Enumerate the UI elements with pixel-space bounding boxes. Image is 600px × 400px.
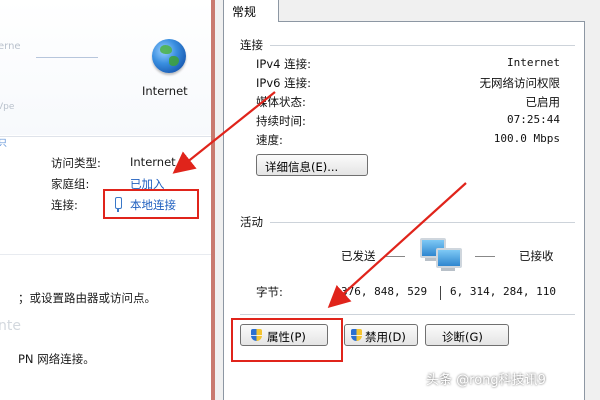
arrow-to-properties bbox=[327, 182, 467, 308]
arrow-to-local-connection bbox=[172, 91, 276, 174]
annotation-arrows bbox=[172, 91, 467, 308]
watermark: 头条 @rong科技讯9 bbox=[426, 373, 546, 388]
